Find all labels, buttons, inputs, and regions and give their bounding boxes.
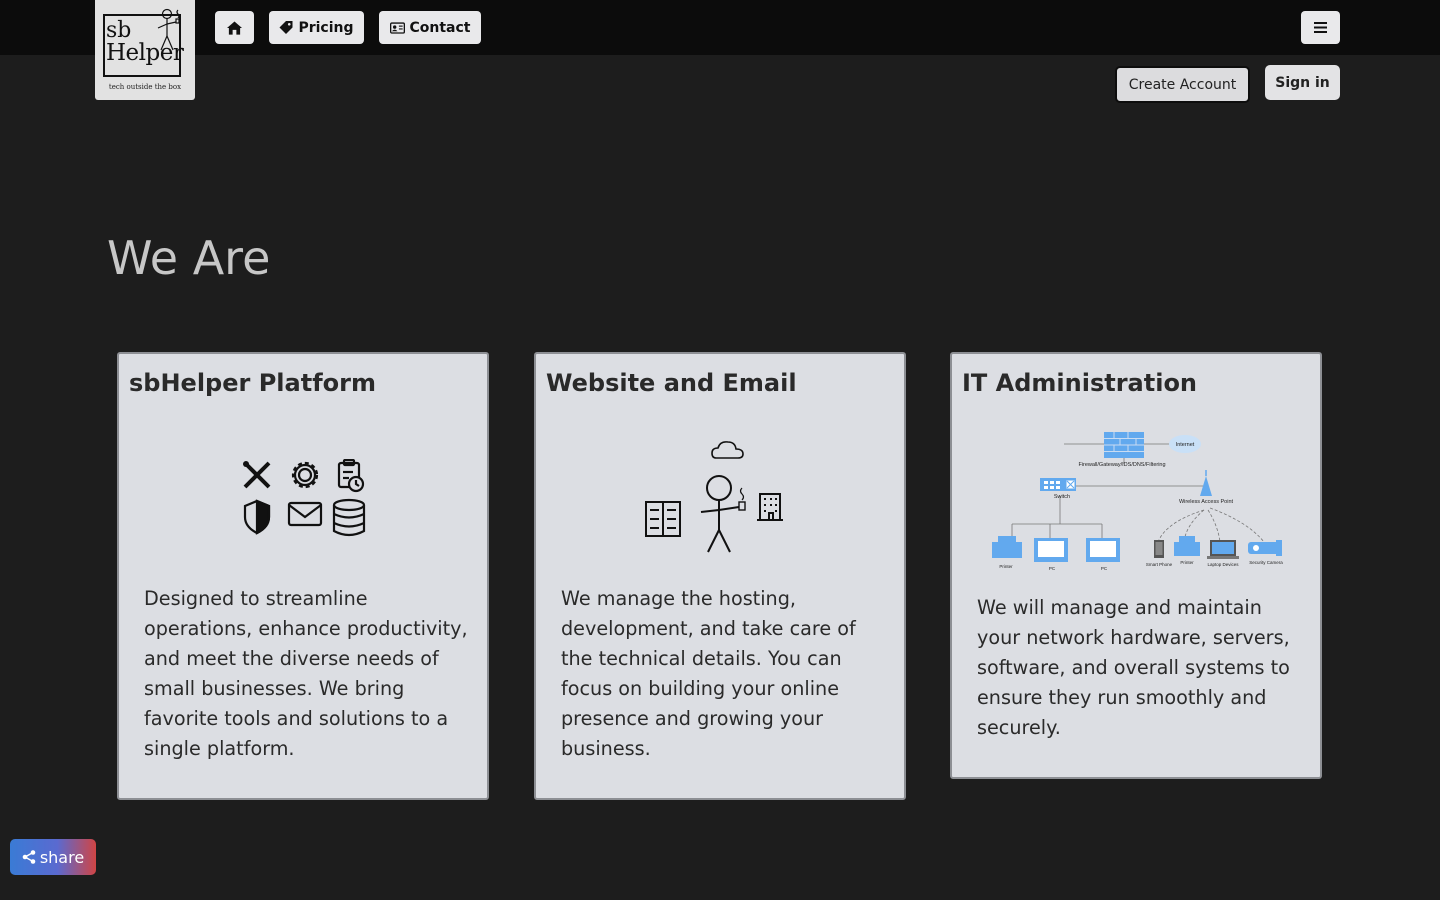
cloud-icon: [711, 441, 744, 459]
create-account-button[interactable]: Create Account: [1115, 66, 1250, 103]
server-rack-icon: [645, 501, 681, 537]
platform-tools-illustration: [243, 459, 366, 537]
card-title: IT Administration: [962, 369, 1198, 397]
sbhelper-logo[interactable]: sb Helper tech outside the box: [95, 0, 195, 100]
card-sbhelper-platform: sbHelper Platform Designed to streamline…: [117, 352, 489, 800]
printer-icon: [1174, 536, 1200, 556]
home-button[interactable]: [215, 11, 254, 44]
contact-button[interactable]: Contact: [379, 11, 481, 44]
menu-button[interactable]: [1301, 11, 1340, 44]
device-label: Printer: [1180, 560, 1194, 565]
card-description: Designed to streamline operations, enhan…: [144, 587, 468, 760]
tag-icon: [279, 21, 293, 34]
stick-figure-icon: [157, 8, 180, 51]
clipboard-clock-icon: [337, 459, 365, 493]
internet-label: Internet: [1176, 442, 1195, 448]
stick-figure-icon: [700, 475, 746, 553]
pc-icon: [1086, 538, 1120, 562]
share-button[interactable]: share: [10, 839, 96, 875]
share-label: share: [39, 847, 85, 867]
device-label: PC: [1049, 566, 1056, 571]
contact-card-icon: [389, 21, 405, 34]
pricing-label: Pricing: [298, 19, 354, 36]
device-label: Smart Phone: [1146, 562, 1173, 567]
tools-icon: [243, 461, 271, 489]
network-diagram: Firewall/Gateway/IDS/DNS/Filtering Inter…: [992, 432, 1283, 571]
device-label: Laptop Devices: [1207, 562, 1239, 567]
logo-text-sb: sb: [106, 18, 132, 43]
card-it-administration: IT Administration Firewall/Gateway/IDS/D…: [950, 352, 1322, 779]
device-label: Printer: [999, 564, 1013, 569]
shield-icon: [243, 499, 271, 535]
printer-icon: [992, 536, 1022, 558]
office-building-icon: [757, 493, 783, 521]
hamburger-menu-icon: [1314, 22, 1327, 33]
card-website-email: Website and Email We manage the hosting,…: [534, 352, 906, 800]
switch-label: Switch: [1054, 494, 1070, 500]
pc-icon: [1034, 538, 1068, 562]
device-label: Security Camera: [1249, 560, 1283, 565]
wireless-access-point-icon: [1200, 470, 1212, 496]
logo-tagline: tech outside the box: [108, 83, 182, 91]
switch-icon: [1040, 478, 1076, 491]
envelope-icon: [287, 501, 323, 527]
pricing-button[interactable]: Pricing: [269, 11, 364, 44]
gear-icon: [291, 461, 319, 489]
laptop-icon: [1207, 540, 1239, 559]
contact-label: Contact: [409, 19, 471, 36]
home-icon: [227, 20, 242, 35]
share-icon: [22, 850, 36, 864]
card-description: We will manage and maintain your network…: [977, 596, 1290, 739]
sign-in-button[interactable]: Sign in: [1265, 65, 1340, 100]
website-email-illustration: [645, 441, 783, 553]
card-title: sbHelper Platform: [129, 369, 376, 397]
wap-label: Wireless Access Point: [1179, 499, 1234, 505]
card-description: We manage the hosting, development, and …: [561, 587, 856, 760]
page-heading: We Are: [107, 231, 271, 285]
firewall-label: Firewall/Gateway/IDS/DNS/Filtering: [1078, 462, 1165, 468]
card-title: Website and Email: [546, 369, 797, 397]
security-camera-icon: [1248, 540, 1282, 556]
device-label: PC: [1101, 566, 1108, 571]
smartphone-icon: [1154, 540, 1164, 558]
database-icon: [332, 498, 366, 537]
